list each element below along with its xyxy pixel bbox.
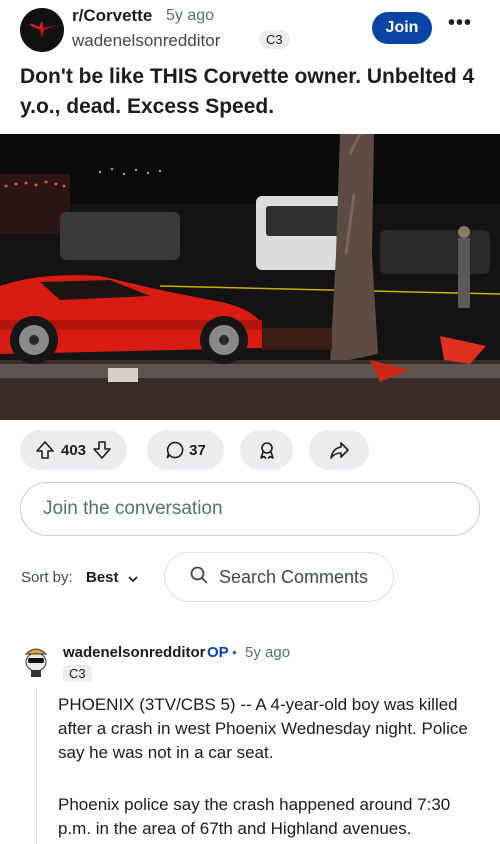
post-header: r/Corvette 5y ago wadenelsonredditor C3 … — [20, 6, 480, 54]
comment-flair: C3 — [63, 665, 92, 682]
comment-time: 5y ago — [245, 644, 291, 661]
comments-button[interactable]: 37 — [147, 430, 224, 470]
chevron-down-icon[interactable] — [126, 572, 140, 591]
join-button[interactable]: Join — [372, 12, 432, 44]
search-comments-button[interactable]: Search Comments — [164, 552, 394, 602]
award-icon — [257, 440, 277, 460]
comment-paragraph: PHOENIX (3TV/CBS 5) -- A 4-year-old boy … — [58, 695, 468, 762]
upvote-icon[interactable] — [35, 440, 55, 460]
share-icon — [329, 440, 349, 460]
post-image[interactable] — [0, 134, 500, 420]
comment-avatar[interactable] — [18, 642, 54, 678]
thread-line[interactable] — [36, 688, 37, 844]
op-badge: OP — [207, 644, 229, 661]
comment-count: 37 — [189, 441, 206, 459]
join-conversation-input[interactable]: Join the conversation — [20, 482, 480, 536]
subreddit-name[interactable]: r/Corvette — [72, 6, 152, 26]
comment-author[interactable]: wadenelsonredditor — [63, 644, 206, 661]
award-button[interactable] — [240, 430, 293, 470]
action-bar: 403 37 — [20, 430, 480, 470]
sort-label: Sort by: — [21, 569, 73, 586]
comment-icon — [165, 440, 185, 460]
search-comments-label: Search Comments — [219, 566, 369, 587]
share-button[interactable] — [309, 430, 369, 470]
subreddit-avatar[interactable] — [20, 8, 64, 52]
post-author[interactable]: wadenelsonredditor — [72, 31, 220, 51]
comment-paragraph: Phoenix police say the crash happened ar… — [58, 795, 451, 838]
downvote-icon[interactable] — [92, 440, 112, 460]
post-title[interactable]: Don't be like THIS Corvette owner. Unbel… — [20, 62, 482, 122]
post-time: 5y ago — [166, 7, 215, 24]
vote-score: 403 — [60, 441, 87, 459]
search-icon — [189, 565, 209, 590]
more-options-icon[interactable]: ••• — [448, 12, 472, 35]
author-flair: C3 — [259, 30, 290, 49]
sort-dropdown[interactable]: Best — [86, 569, 119, 586]
separator-dot: • — [232, 644, 237, 660]
vote-control: 403 — [20, 430, 127, 470]
